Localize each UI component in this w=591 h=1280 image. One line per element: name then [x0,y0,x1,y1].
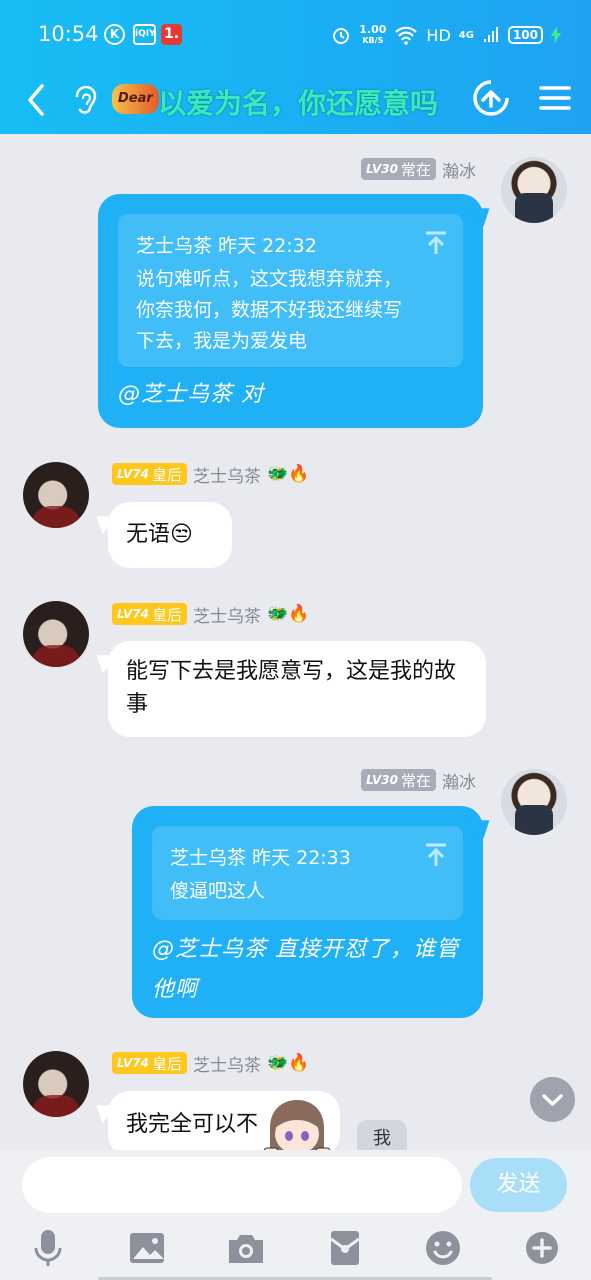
reply-text: @芝士乌茶 直接开怼了，谁管他啊 [152,937,459,1002]
jump-to-original-icon[interactable] [423,842,449,868]
back-icon[interactable] [22,80,52,120]
message-text: 能写下去是我愿意写，这是我的故事 [126,659,457,717]
plus-icon[interactable] [522,1228,562,1268]
status-time: 10:54 [38,22,99,46]
wifi-icon [395,26,418,45]
sender-avatar[interactable] [23,1051,89,1117]
chat-title: 以爱为名，你还愿意吗 [158,87,439,120]
quote-text: 傻逼吧这人 [170,880,266,902]
input-area: 发送 [0,1150,591,1280]
message-meta: LV74 皇后 芝士乌茶 🐲🔥 [112,461,309,487]
message-bubble[interactable]: 无语😒 [108,502,232,568]
level-badge: LV74 皇后 [112,1052,187,1074]
net-speed: 1.00 KB/S [359,23,387,45]
sender-name: 瀚冰 [442,772,476,793]
quote-header: 芝士乌茶 昨天 22:33 [170,847,351,869]
signal-label: 4G [458,29,474,41]
send-button[interactable]: 发送 [470,1158,567,1212]
share-icon[interactable] [469,76,513,120]
quote-text: 说句难听点，这文我想弃就弃，你奈我何，数据不好我还继续写下去，我是为爱发电 [136,268,403,352]
microphone-icon[interactable] [28,1228,68,1268]
message-meta: LV74 皇后 芝士乌茶 🐲🔥 [112,601,309,627]
app-k-icon: K [104,24,125,45]
sender-avatar[interactable] [23,601,89,667]
ear-icon[interactable] [72,80,100,120]
message-text: 无语😒 [126,522,193,547]
message-bubble[interactable]: 芝士乌茶 昨天 22:32 说句难听点，这文我想弃就弃，你奈我何，数据不好我还继… [98,194,483,428]
hd-indicator: HD [426,25,451,45]
sender-name: 芝士乌茶 [193,1055,261,1076]
message-bubble[interactable]: 芝士乌茶 昨天 22:33 傻逼吧这人 @芝士乌茶 直接开怼了，谁管他啊 [132,806,483,1018]
level-badge: LV74 皇后 [112,463,187,485]
dragon-fire-icon: 🐲🔥 [267,464,310,484]
message-bubble[interactable]: 能写下去是我愿意写，这是我的故事 [108,641,486,737]
message-text: 我完全可以不 [126,1112,259,1137]
charging-icon [551,26,561,44]
sender-name: 芝士乌茶 [193,466,261,487]
message-input[interactable] [22,1157,462,1213]
quoted-message[interactable]: 芝士乌茶 昨天 22:32 说句难听点，这文我想弃就弃，你奈我何，数据不好我还继… [118,214,463,367]
dragon-fire-icon: 🐲🔥 [267,604,310,624]
iqiyi-icon: iQIY [133,24,156,45]
battery-level: 100 [507,26,543,44]
level-badge: LV74 皇后 [112,603,187,625]
input-toolbar [0,1224,591,1280]
chevron-down-icon [542,1094,563,1106]
sender-name: 芝士乌茶 [193,606,261,627]
chat-header: 10:54 K iQIY 1. 1.00 KB/S HD 4G 100 Dear… [0,0,591,134]
message-meta: LV30 常在 瀚冰 [361,156,476,182]
scroll-to-bottom-button[interactable] [530,1077,575,1122]
alarm-icon [333,28,350,44]
signal-icon [483,27,498,42]
status-indicators: 1.00 KB/S HD 4G 100 [331,22,561,48]
reply-text: @芝士乌茶 对 [118,382,264,407]
my-avatar[interactable] [501,769,567,835]
menu-icon[interactable] [537,80,573,116]
quote-header: 芝士乌茶 昨天 22:32 [136,235,317,257]
status-bar: 10:54 K iQIY 1. 1.00 KB/S HD 4G 100 [0,0,591,72]
my-avatar[interactable] [501,157,567,223]
dear-logo: Dear [112,84,159,114]
mascot-icon[interactable] [262,1098,332,1156]
level-badge: LV30 常在 [361,158,436,180]
app-one-icon: 1. [161,24,182,45]
red-packet-icon[interactable] [325,1228,365,1268]
sender-avatar[interactable] [23,462,89,528]
dragon-fire-icon: 🐲🔥 [267,1053,310,1073]
sender-name: 瀚冰 [442,161,476,182]
header-bar: Dear 以爱为名，你还愿意吗 [0,72,591,134]
jump-to-original-icon[interactable] [423,230,449,256]
camera-icon[interactable] [226,1228,266,1268]
quoted-message[interactable]: 芝士乌茶 昨天 22:33 傻逼吧这人 [152,826,463,920]
level-badge: LV30 常在 [361,769,436,791]
image-icon[interactable] [127,1228,167,1268]
message-meta: LV30 常在 瀚冰 [361,767,476,793]
emoji-icon[interactable] [423,1228,463,1268]
message-meta: LV74 皇后 芝士乌茶 🐲🔥 [112,1050,309,1076]
